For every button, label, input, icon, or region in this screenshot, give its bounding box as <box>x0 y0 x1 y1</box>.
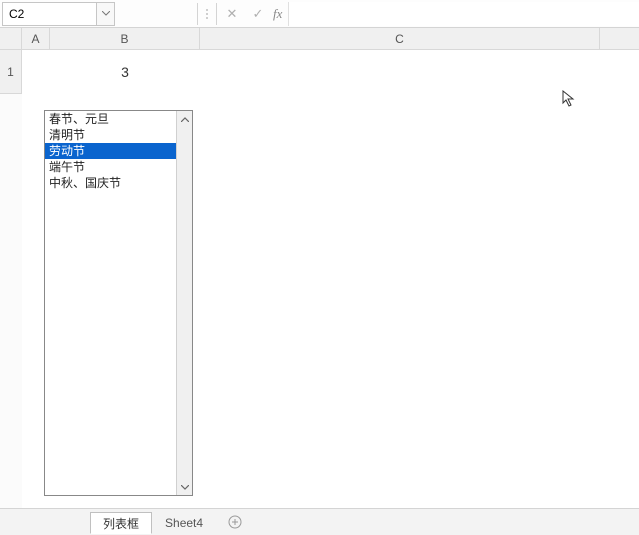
listbox-control[interactable]: 春节、元旦 清明节 劳动节 端午节 中秋、国庆节 <box>44 110 193 496</box>
add-sheet-button[interactable] <box>222 511 248 533</box>
plus-circle-icon <box>228 515 242 529</box>
column-header-c[interactable]: C <box>200 28 600 49</box>
row-header-1[interactable]: 1 <box>0 50 21 94</box>
chevron-down-icon <box>102 11 110 16</box>
formula-bar-expand[interactable] <box>200 9 214 19</box>
formula-bar: C2 ✕ ✓ fx <box>0 0 639 28</box>
listbox-items: 春节、元旦 清明节 劳动节 端午节 中秋、国庆节 <box>45 111 176 495</box>
name-box[interactable]: C2 <box>2 2 97 26</box>
listbox-scrollbar[interactable] <box>176 111 192 495</box>
row-headers: 1 <box>0 50 22 94</box>
spreadsheet-grid: A B C 1 3 春节、元旦 清明节 劳动节 端午节 中秋、国庆节 <box>0 28 639 508</box>
formula-input[interactable] <box>288 2 639 26</box>
list-item[interactable]: 春节、元旦 <box>45 111 176 127</box>
cancel-button[interactable]: ✕ <box>219 2 245 26</box>
list-item[interactable]: 中秋、国庆节 <box>45 175 176 191</box>
list-item[interactable]: 劳动节 <box>45 143 176 159</box>
sheet-tab-active[interactable]: 列表框 <box>90 512 152 534</box>
name-box-dropdown[interactable] <box>97 2 115 26</box>
list-item[interactable]: 清明节 <box>45 127 176 143</box>
column-header-b[interactable]: B <box>50 28 200 49</box>
column-header-a[interactable]: A <box>22 28 50 49</box>
list-item[interactable]: 端午节 <box>45 159 176 175</box>
sheet-tabs: 列表框 Sheet4 <box>0 508 639 535</box>
column-headers: A B C <box>22 28 639 50</box>
cell-b1[interactable]: 3 <box>50 50 200 94</box>
scroll-up-button[interactable] <box>177 111 193 127</box>
confirm-button[interactable]: ✓ <box>245 2 271 26</box>
fx-icon[interactable]: fx <box>271 6 288 22</box>
cells-area[interactable]: 3 春节、元旦 清明节 劳动节 端午节 中秋、国庆节 <box>22 50 639 508</box>
chevron-down-icon <box>181 485 189 490</box>
scroll-down-button[interactable] <box>177 479 193 495</box>
chevron-up-icon <box>181 117 189 122</box>
select-all-corner[interactable] <box>0 28 22 50</box>
sheet-tab[interactable]: Sheet4 <box>152 511 216 533</box>
